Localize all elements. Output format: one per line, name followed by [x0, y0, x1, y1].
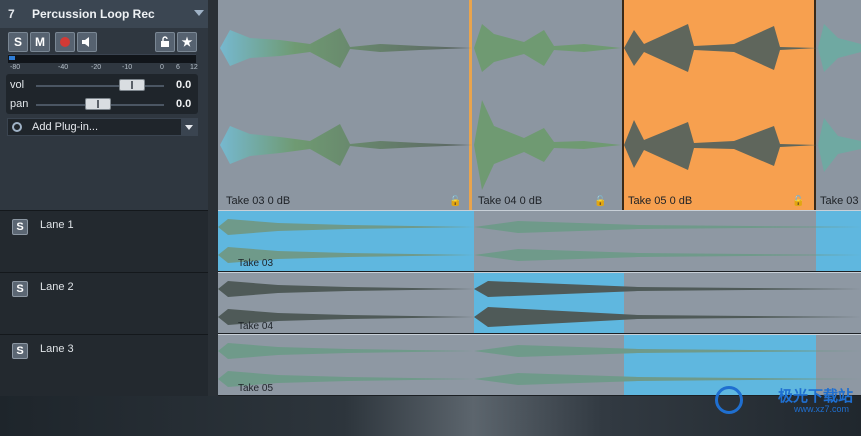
meter-tick: 0 — [160, 64, 164, 71]
monitor-button[interactable] — [77, 32, 97, 52]
lock-button[interactable] — [155, 32, 175, 52]
level-meter-fill — [9, 56, 15, 60]
lane-take-label: Take 03 — [238, 258, 274, 269]
track-name[interactable]: Percussion Loop Rec — [32, 7, 155, 21]
lane-name: Lane 1 — [40, 219, 74, 231]
event-label: Take 03 — [820, 195, 859, 207]
waveform — [218, 343, 861, 387]
lane-header-1[interactable]: S Lane 1 — [0, 210, 208, 272]
meter-tick: -10 — [122, 64, 133, 71]
vol-value[interactable]: 0.0 — [176, 79, 191, 91]
lane-header-2[interactable]: S Lane 2 — [0, 272, 208, 334]
lane-solo-button[interactable]: S — [12, 343, 28, 359]
waveform — [624, 24, 818, 170]
lane-row-2[interactable]: Take 04 — [218, 272, 861, 333]
record-icon — [60, 37, 70, 47]
favorite-button[interactable]: ★ — [177, 32, 197, 52]
lock-icon: 🔓 — [449, 196, 462, 207]
lane-solo-button[interactable]: S — [12, 219, 28, 235]
watermark-title: 极光下载站 — [777, 388, 853, 405]
meter-tick: -40 — [58, 64, 69, 71]
record-button[interactable] — [55, 32, 75, 52]
lane-header-3[interactable]: S Lane 3 — [0, 334, 208, 396]
pan-fader[interactable] — [85, 98, 111, 110]
meter-tick: 6 — [176, 64, 180, 71]
lane-row-3[interactable]: Take 05 — [218, 334, 861, 395]
mute-button[interactable]: M — [30, 32, 50, 52]
track-number: 7 — [8, 7, 15, 21]
add-plugin-label: Add Plug-in... — [32, 121, 99, 133]
lane-name: Lane 2 — [40, 281, 74, 293]
meter-tick: 12 — [190, 64, 198, 71]
chevron-down-icon[interactable] — [181, 119, 197, 135]
fader-panel: vol 0.0 pan 0.0 — [6, 74, 198, 114]
lock-icon: 🔓 — [792, 196, 805, 207]
pan-label: pan — [10, 98, 29, 110]
waveform — [818, 24, 861, 172]
lane-solo-button[interactable]: S — [12, 281, 28, 297]
waveform — [218, 219, 861, 263]
header-divider[interactable] — [208, 0, 218, 396]
solo-button[interactable]: S — [8, 32, 28, 52]
lane-take-label: Take 04 — [238, 321, 274, 332]
waveform — [218, 281, 861, 327]
level-meter — [8, 54, 196, 63]
track-header: 7 Percussion Loop Rec S M ★ -80 -40 -20 … — [0, 0, 209, 210]
add-plugin-field[interactable]: Add Plug-in... — [7, 118, 198, 136]
star-icon: ★ — [181, 35, 193, 49]
watermark-logo — [715, 386, 743, 414]
watermark-url: www.xz7.com — [793, 404, 849, 414]
main-track-lane[interactable]: Take 03 0 dB 🔓 Take 04 0 dB 🔓 Take 05 0 … — [218, 0, 861, 210]
meter-tick: -20 — [91, 64, 102, 71]
event-take-03-end[interactable]: Take 03 — [818, 0, 861, 210]
pan-value[interactable]: 0.0 — [176, 98, 191, 110]
track-menu-arrow-icon[interactable] — [194, 10, 204, 16]
waveform — [474, 24, 621, 190]
vol-label: vol — [10, 79, 25, 91]
plugin-icon — [12, 122, 22, 132]
event-take-05-selected[interactable]: Take 05 0 dB 🔓 — [622, 0, 818, 210]
meter-tick: -80 — [10, 64, 21, 71]
lane-take-label: Take 05 — [238, 383, 274, 394]
vol-fader[interactable] — [119, 79, 145, 91]
event-label: Take 03 0 dB — [226, 195, 291, 207]
lane-name: Lane 3 — [40, 343, 74, 355]
lane-row-1[interactable]: Take 03 — [218, 210, 861, 271]
event-take-03[interactable]: Take 03 0 dB 🔓 — [220, 0, 472, 210]
lock-icon: 🔓 — [594, 196, 607, 207]
lock-icon — [161, 36, 169, 47]
event-label: Take 04 0 dB — [478, 195, 543, 207]
track-title-bar[interactable]: 7 Percussion Loop Rec — [0, 0, 208, 28]
speaker-icon — [82, 37, 89, 47]
event-label: Take 05 0 dB — [628, 195, 693, 207]
waveform — [220, 28, 472, 166]
event-take-04[interactable]: Take 04 0 dB 🔓 — [474, 0, 621, 210]
